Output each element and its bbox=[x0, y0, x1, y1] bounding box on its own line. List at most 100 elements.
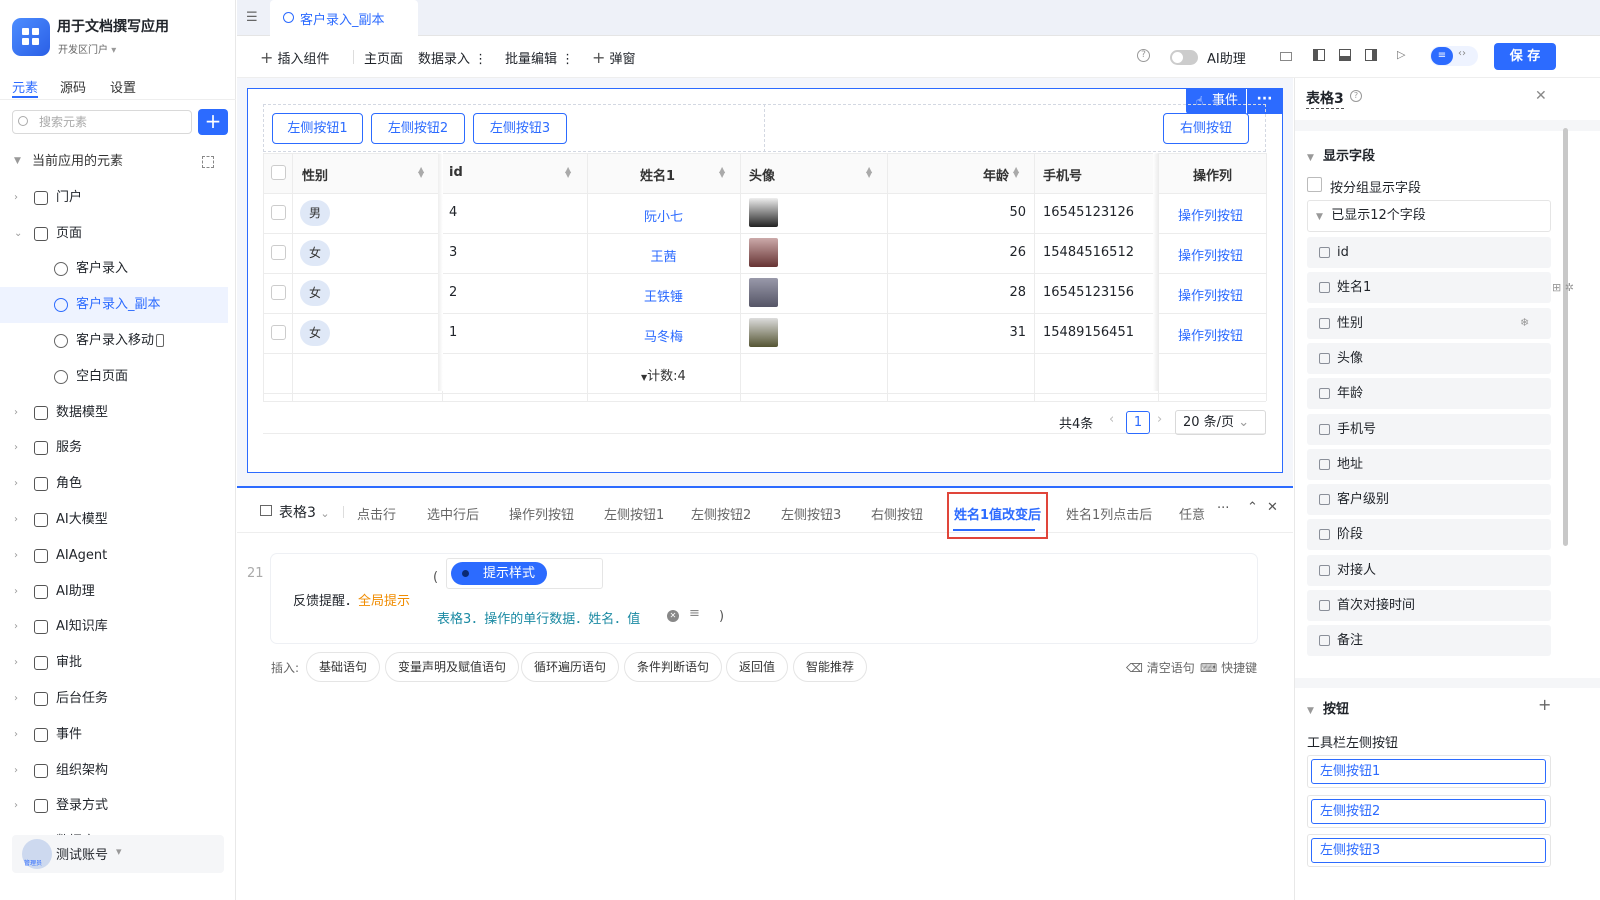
tree-item[interactable]: ⌄ 页面 bbox=[0, 216, 236, 252]
tree-item[interactable]: 空白页面 bbox=[0, 359, 236, 395]
action-column-button[interactable]: 操作列按钮 bbox=[1178, 245, 1243, 264]
select-all-checkbox[interactable] bbox=[271, 165, 286, 180]
left-panel-icon[interactable] bbox=[1313, 49, 1325, 61]
display-field-item[interactable]: 客户级别 bbox=[1307, 484, 1551, 516]
collapse-sidebar-icon[interactable]: ☰ bbox=[246, 10, 258, 25]
cell-name[interactable]: 马冬梅 bbox=[587, 326, 740, 345]
display-field-item[interactable]: 年龄 bbox=[1307, 378, 1551, 410]
tab-settings[interactable]: 设置 bbox=[110, 77, 136, 96]
style-chip[interactable]: 提示样式 bbox=[451, 562, 547, 585]
tab-elements[interactable]: 元素 bbox=[12, 77, 38, 96]
view-mode-switch[interactable]: ≡ ‹› bbox=[1430, 46, 1478, 66]
tree-item[interactable]: › 登录方式 bbox=[0, 788, 236, 824]
insert-component-button[interactable]: + 插入组件 bbox=[260, 48, 330, 67]
search-input[interactable]: 搜索元素 bbox=[12, 110, 192, 134]
display-field-item[interactable]: 头像 bbox=[1307, 342, 1551, 374]
column-header[interactable]: 头像 bbox=[749, 165, 775, 184]
prev-page-icon[interactable]: ‹ bbox=[1109, 412, 1114, 427]
cell-name[interactable]: 阮小七 bbox=[587, 206, 740, 225]
sort-icon[interactable]: ▲ ▼ bbox=[418, 166, 424, 179]
display-field-item[interactable]: 对接人 bbox=[1307, 554, 1551, 586]
insert-statement-pill[interactable]: 返回值 bbox=[726, 652, 789, 682]
toolbar-left-button[interactable]: 左侧按钮3 bbox=[1311, 838, 1546, 863]
logic-tab[interactable]: 任意 bbox=[1179, 504, 1205, 523]
layout-icon[interactable] bbox=[1280, 52, 1292, 61]
chevron-right-icon[interactable]: › bbox=[14, 180, 18, 216]
tab-source[interactable]: 源码 bbox=[60, 77, 86, 96]
tree-item[interactable]: › 数据模型 bbox=[0, 395, 236, 431]
sort-icon[interactable]: ▲ ▼ bbox=[1013, 166, 1019, 179]
logic-tab[interactable]: 点击行 bbox=[357, 504, 396, 523]
group-checkbox[interactable] bbox=[1307, 177, 1322, 192]
logic-tab[interactable]: 姓名1列点击后 bbox=[1066, 504, 1152, 523]
summary-row[interactable]: ▼计数:4 bbox=[641, 365, 686, 384]
left-button-3[interactable]: 左侧按钮3 bbox=[473, 113, 567, 144]
tree-item[interactable]: › 事件 bbox=[0, 717, 236, 753]
style-param-slot[interactable]: 提示样式 bbox=[446, 558, 603, 589]
chevron-right-icon[interactable]: › bbox=[14, 574, 18, 610]
user-menu[interactable]: 管理员 测试账号 ▾ bbox=[12, 835, 224, 873]
display-field-item[interactable]: 阶段 bbox=[1307, 519, 1551, 551]
column-header[interactable]: 手机号 bbox=[1043, 165, 1082, 184]
clear-icon[interactable]: ✕ bbox=[667, 610, 679, 622]
scrollbar[interactable] bbox=[1563, 128, 1568, 546]
buttons-header[interactable]: ▼ 按钮 bbox=[1307, 698, 1349, 717]
insert-statement-pill[interactable]: 智能推荐 bbox=[793, 652, 868, 682]
tree-item[interactable]: › AI大模型 bbox=[0, 502, 236, 538]
chevron-right-icon[interactable]: › bbox=[14, 466, 18, 502]
help-icon[interactable]: ? bbox=[1350, 90, 1362, 102]
chevron-right-icon[interactable]: › bbox=[14, 395, 18, 431]
data-entry-menu[interactable]: 数据录入 ⋮ bbox=[418, 48, 487, 67]
insert-statement-pill[interactable]: 基础语句 bbox=[306, 652, 381, 682]
code-mode-icon[interactable]: ‹› bbox=[1458, 48, 1466, 59]
tree-item[interactable]: › AI助理 bbox=[0, 574, 236, 610]
logic-tab[interactable]: 操作列按钮 bbox=[509, 504, 574, 523]
page-number[interactable]: 1 bbox=[1126, 411, 1150, 434]
action-column-button[interactable]: 操作列按钮 bbox=[1178, 285, 1243, 304]
home-page-button[interactable]: 主页面 bbox=[364, 48, 403, 67]
chevron-right-icon[interactable]: › bbox=[14, 538, 18, 574]
ai-assistant-toggle[interactable] bbox=[1170, 50, 1198, 65]
left-button-1[interactable]: 左侧按钮1 bbox=[272, 113, 363, 144]
chevron-down-icon[interactable]: ⌄ bbox=[14, 216, 22, 252]
display-field-item[interactable]: 手机号 bbox=[1307, 413, 1551, 445]
collapse-up-icon[interactable]: ⌃ bbox=[1247, 500, 1258, 515]
settings-mode-icon[interactable]: ≡ bbox=[1431, 47, 1453, 65]
bottom-panel-icon[interactable] bbox=[1339, 49, 1351, 61]
env-selector[interactable]: 开发区门户 ▾ bbox=[58, 41, 116, 56]
display-field-item[interactable]: 姓名1 bbox=[1307, 272, 1551, 304]
display-field-item[interactable]: 性别 bbox=[1307, 307, 1551, 339]
play-icon[interactable]: ▷ bbox=[1397, 48, 1405, 61]
locate-icon[interactable] bbox=[202, 156, 214, 168]
display-field-item[interactable]: 备注 bbox=[1307, 625, 1551, 657]
tree-item[interactable]: › 后台任务 bbox=[0, 681, 236, 717]
column-header[interactable]: 姓名1 bbox=[640, 165, 675, 184]
close-icon[interactable]: ✕ bbox=[1535, 88, 1547, 104]
insert-statement-pill[interactable]: 条件判断语句 bbox=[624, 652, 723, 682]
popup-button[interactable]: + 弹窗 bbox=[592, 48, 636, 67]
page-tab[interactable]: 客户录入_副本 bbox=[270, 0, 418, 36]
display-field-item[interactable]: 地址 bbox=[1307, 448, 1551, 480]
chevron-right-icon[interactable]: › bbox=[14, 717, 18, 753]
column-header[interactable]: 性别 bbox=[302, 165, 328, 184]
help-icon[interactable]: ? bbox=[1137, 49, 1150, 62]
action-column-button[interactable]: 操作列按钮 bbox=[1178, 205, 1243, 224]
save-button[interactable]: 保 存 bbox=[1494, 43, 1556, 70]
more-icon[interactable]: ··· bbox=[1217, 501, 1229, 516]
batch-edit-menu[interactable]: 批量编辑 ⋮ bbox=[505, 48, 574, 67]
page-size-select[interactable]: 20 条/页 ⌄ bbox=[1175, 410, 1266, 435]
tree-item[interactable]: › AI知识库 bbox=[0, 609, 236, 645]
tree-item[interactable]: › 组织架构 bbox=[0, 753, 236, 789]
statement-block[interactable] bbox=[271, 554, 1257, 643]
logic-tab[interactable]: 选中行后 bbox=[427, 504, 479, 523]
chevron-right-icon[interactable]: › bbox=[14, 645, 18, 681]
tree-item[interactable]: › 服务 bbox=[0, 430, 236, 466]
tree-item[interactable]: 客户录入_副本 bbox=[0, 287, 228, 323]
insert-statement-pill[interactable]: 循环遍历语句 bbox=[521, 652, 620, 682]
tree-item[interactable]: 客户录入 bbox=[0, 251, 236, 287]
right-button[interactable]: 右侧按钮 bbox=[1163, 113, 1249, 144]
cell-name[interactable]: 王茜 bbox=[587, 246, 740, 265]
chevron-right-icon[interactable]: › bbox=[14, 430, 18, 466]
chevron-right-icon[interactable]: › bbox=[14, 502, 18, 538]
insert-statement-pill[interactable]: 变量声明及赋值语句 bbox=[385, 652, 520, 682]
